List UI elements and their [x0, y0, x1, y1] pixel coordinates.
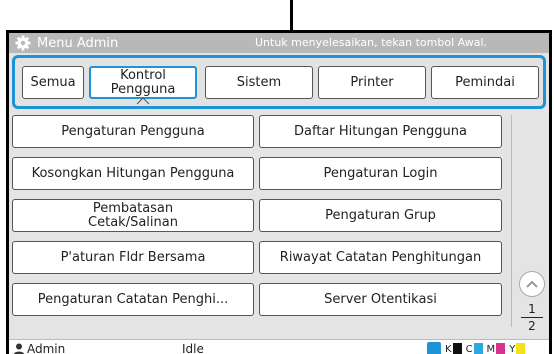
page-title: Menu Admin: [37, 35, 119, 51]
ink-levels: K C M Y: [427, 342, 529, 354]
menu-item-label: Pengaturan Pengguna: [61, 123, 205, 139]
menu-item-label: Pengaturan Login: [323, 165, 438, 181]
tab-label: Sistem: [236, 74, 282, 90]
menu-item-label: Pengaturan Catatan Penghi...: [37, 291, 229, 307]
chevron-up-icon: [136, 97, 150, 105]
menu-item-server-otentikasi[interactable]: Server Otentikasi: [259, 283, 502, 316]
menu-item-label: Riwayat Catatan Penghitungan: [279, 249, 482, 265]
tab-label: Semua: [30, 74, 76, 90]
menu-item-paturan-fldr-bersama[interactable]: P'aturan Fldr Bersama: [12, 241, 254, 274]
ink-label-m: M: [486, 343, 496, 354]
menu-item-riwayat-catatan-penghitungan[interactable]: Riwayat Catatan Penghitungan: [259, 241, 502, 274]
category-tab-bar: Semua Kontrol Pengguna Sistem Printer Pe…: [12, 55, 546, 109]
menu-item-kosongkan-hitungan-pengguna[interactable]: Kosongkan Hitungan Pengguna: [12, 157, 254, 190]
ink-label-c: C: [465, 343, 473, 354]
title-hint: Untuk menyelesaikan, tekan tombol Awal.: [255, 36, 487, 49]
menu-item-label: Kosongkan Hitungan Pengguna: [31, 165, 235, 181]
user-icon: [13, 343, 25, 354]
fraction-divider: [521, 317, 543, 318]
tab-label: Pemindai: [455, 74, 515, 90]
menu-item-label: Daftar Hitungan Pengguna: [294, 123, 467, 139]
title-bar: Menu Admin Untuk menyelesaikan, tekan to…: [9, 33, 549, 53]
tab-semua[interactable]: Semua: [22, 66, 84, 99]
tab-kontrol-pengguna[interactable]: Kontrol Pengguna: [89, 66, 197, 105]
status-text: Idle: [182, 342, 204, 354]
ink-level-c: [473, 342, 483, 354]
tab-sistem[interactable]: Sistem: [205, 66, 313, 99]
status-bar: Admin Idle K C M Y: [9, 339, 549, 354]
admin-menu-screen: Menu Admin Untuk menyelesaikan, tekan to…: [6, 30, 552, 354]
page-scroller: 1 2: [511, 115, 549, 354]
menu-item-pembatasan-cetak-salinan[interactable]: Pembatasan Cetak/Salinan: [12, 199, 254, 232]
tab-pemindai[interactable]: Pemindai: [431, 66, 539, 99]
callout-line: [290, 0, 293, 30]
menu-item-pengaturan-pengguna[interactable]: Pengaturan Pengguna: [12, 115, 254, 148]
tab-printer[interactable]: Printer: [318, 66, 426, 99]
menu-item-pengaturan-grup[interactable]: Pengaturan Grup: [259, 199, 502, 232]
menu-item-daftar-hitungan-pengguna[interactable]: Daftar Hitungan Pengguna: [259, 115, 502, 148]
gear-icon: [15, 35, 31, 51]
menu-item-pengaturan-catatan-penghi[interactable]: Pengaturan Catatan Penghi...: [12, 283, 254, 316]
menu-item-pengaturan-login[interactable]: Pengaturan Login: [259, 157, 502, 190]
tab-label: Kontrol Pengguna: [110, 67, 176, 97]
ink-label-k: K: [445, 343, 452, 354]
menu-item-label: P'aturan Fldr Bersama: [60, 249, 206, 265]
ink-level-m: [496, 342, 506, 354]
link-icon: [427, 342, 441, 354]
chevron-up-icon: [526, 280, 538, 288]
ink-level-k: [452, 342, 462, 354]
scroll-up-button[interactable]: [519, 271, 545, 297]
status-user: Admin: [27, 341, 66, 354]
menu-item-label: Pembatasan Cetak/Salinan: [88, 200, 178, 230]
menu-item-label: Pengaturan Grup: [325, 207, 436, 223]
menu-item-label: Server Otentikasi: [324, 291, 437, 307]
page-indicator: 1 2: [521, 303, 543, 332]
ink-label-y: Y: [509, 343, 516, 354]
page-total: 2: [528, 319, 536, 333]
page-current: 1: [528, 302, 536, 316]
ink-level-y: [516, 342, 526, 354]
tab-label: Printer: [350, 74, 394, 90]
